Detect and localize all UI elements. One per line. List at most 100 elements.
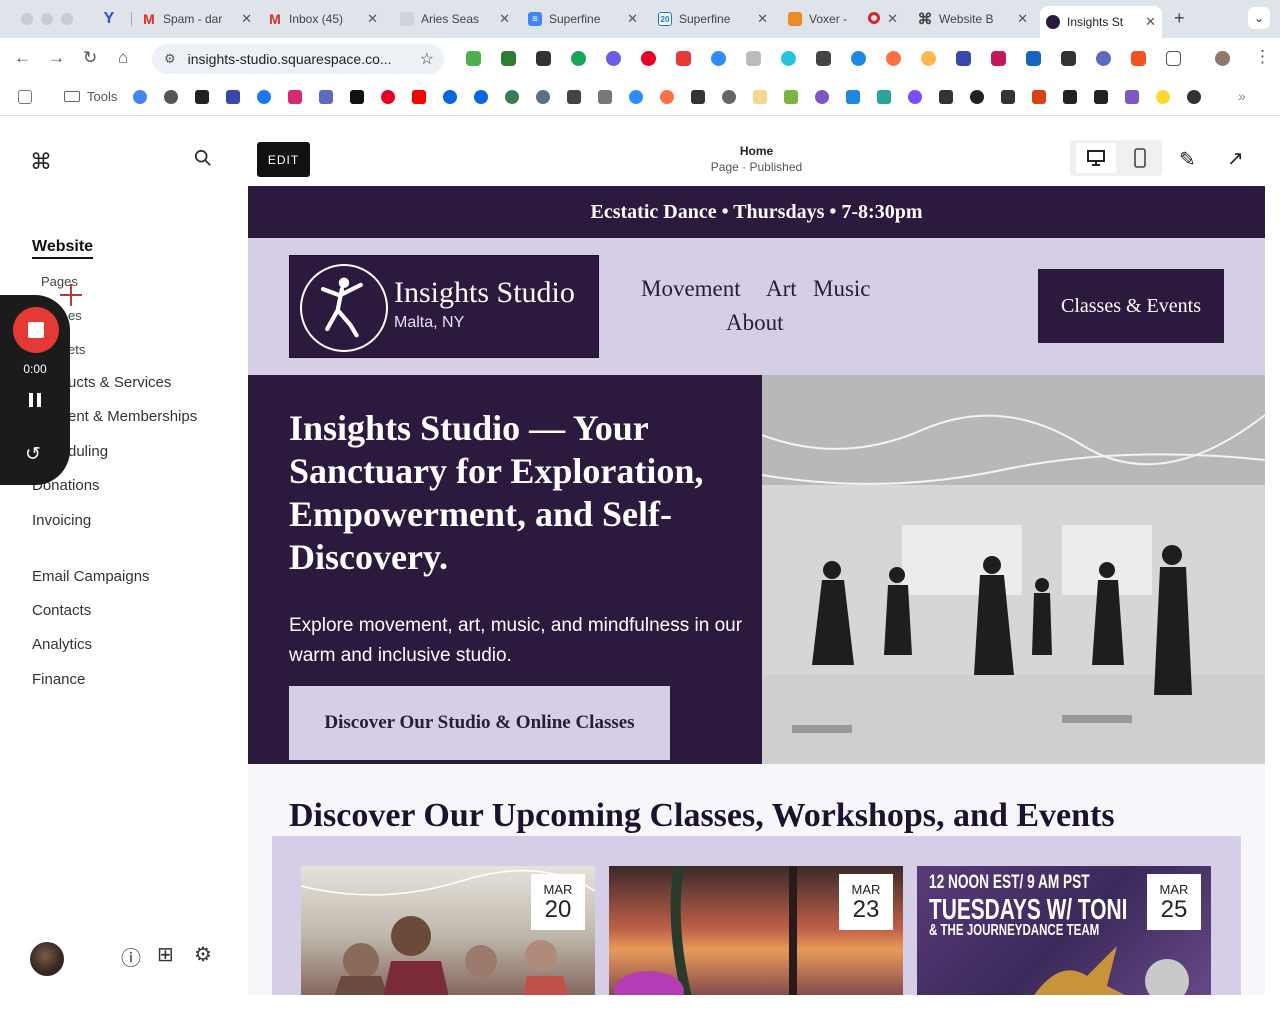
bookmark-icon[interactable]: [660, 90, 674, 104]
mobile-view-icon[interactable]: [1130, 148, 1150, 168]
sidebar-item-styles[interactable]: es: [68, 308, 82, 323]
bookmark-icon[interactable]: [536, 90, 550, 104]
pause-icon[interactable]: [28, 393, 42, 407]
extension-icon[interactable]: [746, 51, 761, 66]
desktop-view-button[interactable]: [1076, 143, 1116, 173]
extension-icon[interactable]: [781, 51, 796, 66]
extension-icon[interactable]: [921, 51, 936, 66]
extensions-puzzle-icon[interactable]: [1166, 51, 1181, 66]
pinterest-icon[interactable]: [381, 90, 395, 104]
bookmark-icon[interactable]: [319, 90, 333, 104]
extension-icon[interactable]: [886, 51, 901, 66]
sidebar-item-assets[interactable]: ets: [68, 342, 85, 357]
tab-voxer[interactable]: Voxer - ✕: [782, 6, 904, 32]
event-card[interactable]: MAR 20: [301, 866, 595, 995]
new-tab-icon[interactable]: +: [1174, 8, 1185, 29]
discover-studio-button[interactable]: Discover Our Studio & Online Classes: [289, 686, 670, 760]
bookmark-icon[interactable]: [815, 90, 829, 104]
settings-gear-icon[interactable]: ⚙: [194, 942, 212, 967]
extension-icon[interactable]: [851, 51, 866, 66]
bookmark-icon[interactable]: [753, 90, 767, 104]
star-icon[interactable]: [1125, 90, 1139, 104]
meta-icon[interactable]: [443, 90, 457, 104]
amazon-icon[interactable]: [195, 90, 209, 104]
bookmark-icon[interactable]: [722, 90, 736, 104]
bookmark-icon[interactable]: [908, 90, 922, 104]
facebook-icon[interactable]: [257, 90, 271, 104]
bookmark-icon[interactable]: [846, 90, 860, 104]
apps-grid-icon[interactable]: [1061, 51, 1076, 66]
youtube-icon[interactable]: [676, 51, 691, 66]
sidebar-item-analytics[interactable]: Analytics: [32, 636, 92, 653]
youtube-icon[interactable]: [412, 90, 426, 104]
nav-link-movement[interactable]: Movement: [641, 276, 741, 302]
window-minimize-dot[interactable]: [41, 13, 53, 25]
extension-icon[interactable]: [956, 51, 971, 66]
bookmark-icon[interactable]: [1094, 90, 1108, 104]
bookmark-icon[interactable]: [939, 90, 953, 104]
bookmark-icon[interactable]: [784, 90, 798, 104]
back-icon[interactable]: ←: [14, 48, 31, 68]
reload-icon[interactable]: ↻: [83, 48, 97, 68]
close-icon[interactable]: ✕: [367, 11, 378, 27]
design-brush-icon[interactable]: ✎: [1179, 147, 1196, 172]
extension-icon[interactable]: [606, 51, 621, 66]
site-logo[interactable]: Insights Studio Malta, NY: [289, 255, 599, 358]
close-icon[interactable]: ✕: [1017, 11, 1028, 27]
eyedropper-icon[interactable]: [816, 51, 831, 66]
address-bar[interactable]: ⚙ insights-studio.squarespace.co... ☆: [152, 44, 444, 74]
sidebar-item-scheduling[interactable]: duling: [68, 443, 108, 460]
tab-spam[interactable]: M Spam - dar ✕: [136, 6, 258, 32]
tab-inbox[interactable]: M Inbox (45) ✕: [262, 6, 384, 32]
bookmark-star-icon[interactable]: ☆: [420, 49, 434, 69]
sidebar-title-website[interactable]: Website: [32, 238, 94, 259]
more-menu-icon[interactable]: ⋮: [1254, 47, 1271, 67]
extension-icon[interactable]: [536, 51, 551, 66]
google-icon[interactable]: [133, 90, 147, 104]
event-card[interactable]: 12 NOON EST/ 9 AM PST TUESDAYS W/ TONI &…: [917, 866, 1211, 995]
squarespace-logo-icon[interactable]: ⌘: [30, 149, 52, 175]
bookmark-icon[interactable]: [877, 90, 891, 104]
sidebar-item-products-services[interactable]: ucts & Services: [68, 374, 171, 391]
bookmark-icon[interactable]: [1032, 90, 1046, 104]
close-icon[interactable]: ✕: [1145, 14, 1156, 30]
bookmark-icon[interactable]: [1001, 90, 1015, 104]
classes-events-button[interactable]: Classes & Events: [1038, 269, 1224, 343]
close-icon[interactable]: ✕: [627, 11, 638, 27]
squarespace-icon[interactable]: [567, 90, 581, 104]
bookmark-icon[interactable]: [505, 90, 519, 104]
zoom-icon[interactable]: [711, 51, 726, 66]
tab-search-chevron-icon[interactable]: ⌄: [1248, 7, 1270, 29]
window-close-dot[interactable]: [21, 13, 33, 25]
tab-insights-studio[interactable]: Insights St ✕: [1040, 6, 1162, 38]
grammarly-icon[interactable]: [571, 51, 586, 66]
tab-superfine-cal[interactable]: 20 Superfine ✕: [652, 6, 774, 32]
bookmark-icon[interactable]: [1187, 90, 1201, 104]
event-card[interactable]: MAR 23: [609, 866, 903, 995]
bookmark-icon[interactable]: [1063, 90, 1077, 104]
restart-icon[interactable]: ↺: [25, 443, 41, 466]
forward-icon[interactable]: →: [48, 48, 65, 68]
extension-icon[interactable]: [1131, 51, 1146, 66]
search-icon[interactable]: [194, 149, 212, 167]
site-info-icon[interactable]: ⚙: [164, 51, 176, 67]
announcement-bar[interactable]: Ecstatic Dance • Thursdays • 7-8:30pm: [248, 186, 1265, 238]
profile-avatar[interactable]: [1215, 51, 1230, 66]
nav-link-music[interactable]: Music: [813, 276, 871, 302]
tab-superfine-doc[interactable]: ≡ Superfine ✕: [522, 6, 644, 32]
close-icon[interactable]: ✕: [499, 11, 510, 27]
close-icon[interactable]: ✕: [241, 11, 252, 27]
close-icon[interactable]: ✕: [757, 11, 768, 27]
zoom-icon[interactable]: [629, 90, 643, 104]
bookmark-icon[interactable]: [691, 90, 705, 104]
meta-icon[interactable]: [474, 90, 488, 104]
bookmark-folder-tools[interactable]: Tools: [64, 89, 117, 104]
bookmark-icon[interactable]: [226, 90, 240, 104]
bookmark-icon[interactable]: [970, 90, 984, 104]
window-zoom-dot[interactable]: [61, 13, 73, 25]
extension-icon[interactable]: [1026, 51, 1041, 66]
instagram-icon[interactable]: [288, 90, 302, 104]
bookmark-icon[interactable]: [598, 90, 612, 104]
apple-icon[interactable]: [164, 90, 178, 104]
nav-link-art[interactable]: Art: [766, 276, 797, 302]
